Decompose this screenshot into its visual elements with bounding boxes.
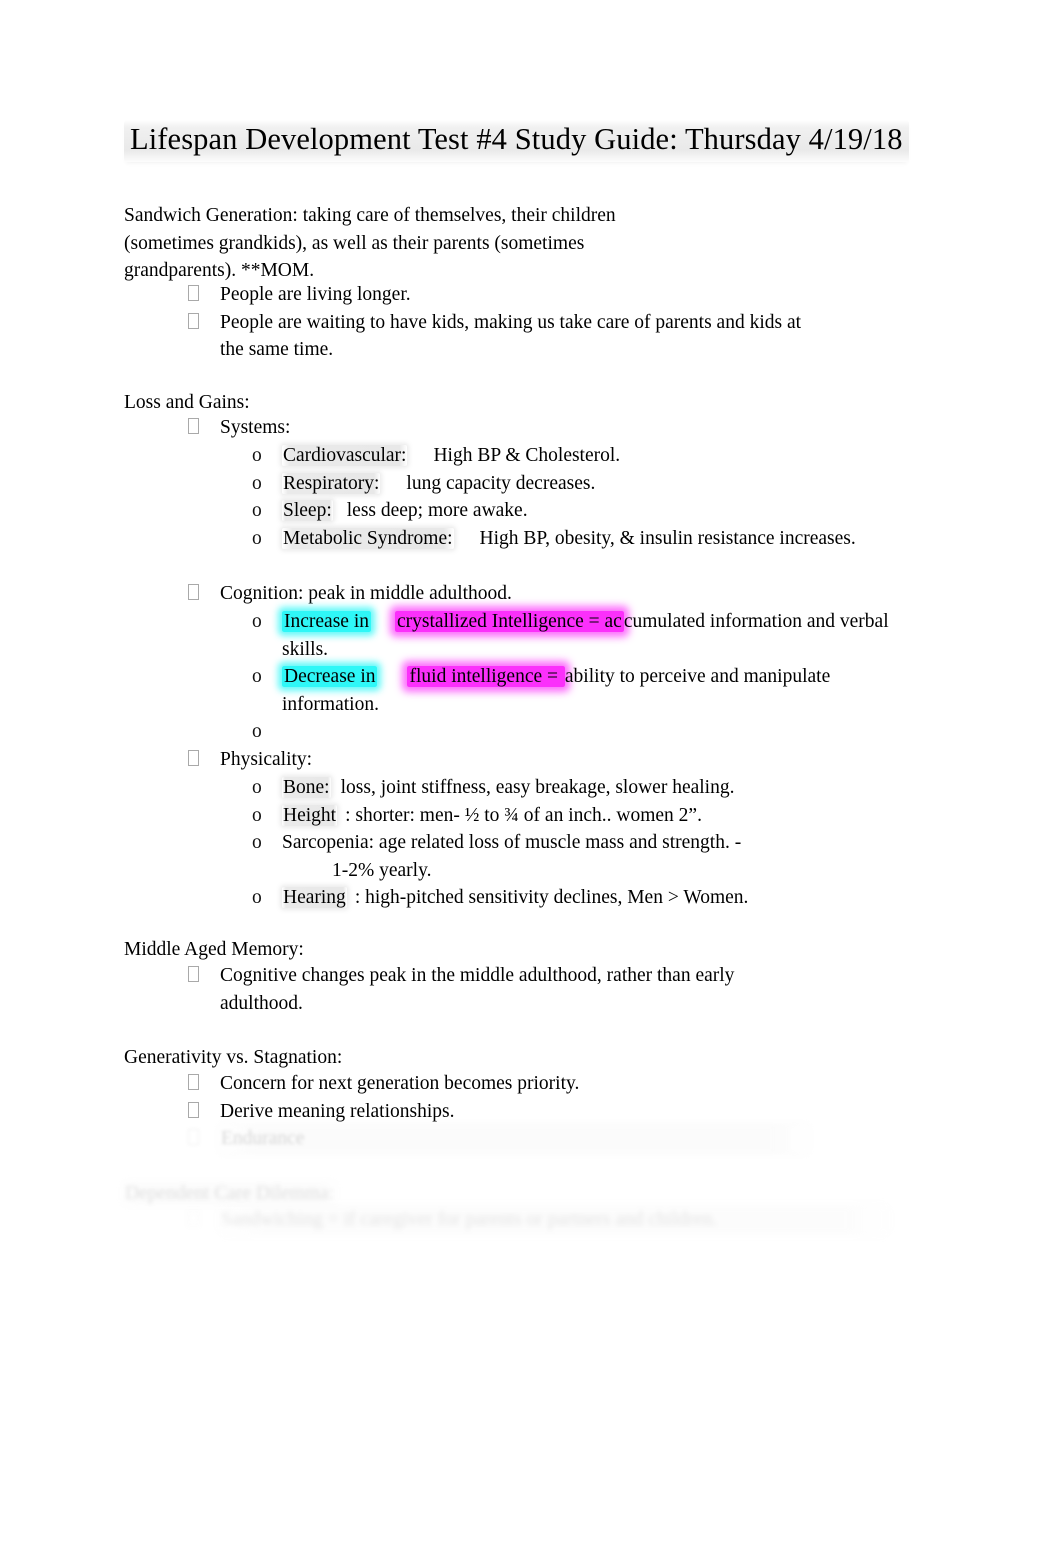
list-item-label: Cognition: peak in middle adulthood. [220,583,512,604]
list-item-term: Respiratory: [282,472,381,494]
systems-group-label: Systems: [188,414,290,442]
list-item: o Bone: loss, joint stiffness, easy break… [252,774,892,802]
list-item-label: Derive meaning relationships. [220,1100,455,1122]
list-item: o Cardiovascular: High BP & Cholesterol. [252,442,872,470]
list-item: o Respiratory: lung capacity decreases. [252,470,872,498]
list-item: o Decrease in fluid intelligence = abilit… [252,663,892,718]
list-item-faded: Sandwiching = if caregiver for parents o… [188,1206,888,1234]
page-title-text: Lifespan Development Test #4 Study Guide… [124,120,909,162]
sandwich-paragraph-line-1: Sandwich Generation: taking care of them… [124,205,616,226]
list-item: Systems: [188,414,290,442]
cognition-group-label: Cognition: peak in middle adulthood. [188,580,512,608]
list-item: o Metabolic Syndrome: High BP, obesity, &… [252,525,872,553]
sandwich-bullet-list: People are living longer. People are wai… [188,281,828,364]
list-item: o Height : shorter: men- ½ to ¾ of an inc… [252,802,892,830]
generativity-bullet-list: Concern for next generation becomes prio… [188,1070,808,1153]
list-item: o Sleep: less deep; more awake. [252,497,872,525]
circle-bullet-icon: o [252,500,262,521]
circle-bullet-icon: o [252,527,262,549]
list-item: Cognition: peak in middle adulthood. [188,580,512,608]
list-item-detail: 1-2% yearly. [332,859,432,881]
sandwich-paragraph: Sandwich Generation: taking care of them… [124,202,764,285]
circle-bullet-icon: o [252,777,262,798]
list-item-term: Sleep: [282,500,333,521]
list-item-label: Endurance [220,1125,808,1153]
middle-aged-memory-heading: Middle Aged Memory: [124,939,304,960]
list-item-label: Systems: [220,417,291,438]
list-item-detail: : shorter: men- ½ to ¾ of an inch.. wome… [345,804,702,826]
square-bullet-icon [188,309,220,337]
square-bullet-icon [188,1098,220,1126]
list-item-detail: less deep; more awake. [346,500,528,521]
list-item-detail: loss, joint stiffness, easy breakage, sl… [340,777,735,798]
middle-aged-memory-bullet-list: Cognitive changes peak in the middle adu… [188,962,808,1017]
list-item-detail: lung capacity decreases. [406,472,596,494]
circle-bullet-icon: o [252,887,262,908]
list-item-label: Sandwiching = if caregiver for parents o… [220,1206,888,1234]
cognition-increase-keyword: Increase in [282,611,371,632]
list-item: o Sarcopenia: age related loss of muscle… [252,829,892,884]
list-item: Cognitive changes peak in the middle adu… [188,962,808,1017]
circle-bullet-icon: o [252,804,262,826]
cognition-item-list: o Increase in crystallized Intelligence =… [252,608,892,746]
page-title: Lifespan Development Test #4 Study Guide… [124,120,944,162]
list-item-term: Height [282,804,338,826]
systems-item-list: o Cardiovascular: High BP & Cholesterol. … [252,442,872,552]
list-item-term: Hearing [282,887,347,908]
list-item-empty: o [252,718,892,746]
cognition-decrease-definition: fluid intelligence = [407,666,565,687]
list-item-label: Physicality: [220,749,313,770]
cognition-increase-definition: crystallized Intelligence = ac [395,611,624,632]
circle-bullet-icon: o [252,472,262,494]
list-item-faded: Endurance [188,1125,808,1153]
square-bullet-icon [188,962,220,990]
list-item-label: People are living longer. [220,284,411,305]
physicality-group-label: Physicality: [188,746,312,774]
square-bullet-icon [188,414,220,442]
dependent-care-heading: Dependent Care Dilemma: [124,1183,336,1204]
list-item: People are living longer. [188,281,828,309]
dependent-care-bullet-list: Sandwiching = if caregiver for parents o… [188,1206,888,1234]
list-item-label: Concern for next generation becomes prio… [220,1073,580,1094]
square-bullet-icon [188,1125,220,1153]
physicality-item-list: o Bone: loss, joint stiffness, easy break… [252,774,892,912]
circle-bullet-icon: o [252,832,262,853]
square-bullet-icon [188,1070,220,1098]
list-item-label: Cognitive changes peak in the middle adu… [220,965,735,1014]
list-item: Derive meaning relationships. [188,1098,808,1126]
circle-bullet-icon: o [252,445,262,466]
list-item-term: Sarcopenia: age related loss of muscle m… [282,832,742,853]
list-item: People are waiting to have kids, making … [188,309,828,364]
circle-bullet-icon: o [252,666,262,687]
list-item: o Increase in crystallized Intelligence =… [252,608,892,663]
circle-bullet-icon: o [252,721,262,742]
sandwich-paragraph-line-2: (sometimes grandkids), as well as their … [124,232,585,254]
document-page: Lifespan Development Test #4 Study Guide… [0,0,1062,1561]
list-item-detail: High BP, obesity, & insulin resistance i… [479,527,856,549]
list-item-detail: : high-pitched sensitivity declines, Men… [354,887,749,908]
list-item-detail: High BP & Cholesterol. [433,445,621,466]
square-bullet-icon [188,281,220,309]
cognition-decrease-keyword: Decrease in [282,666,378,687]
list-item-label: People are waiting to have kids, making … [220,311,802,361]
list-item-term: Bone: [282,777,331,798]
list-item-term: Cardiovascular: [282,445,408,466]
square-bullet-icon [188,580,220,608]
generativity-heading: Generativity vs. Stagnation: [124,1047,343,1068]
loss-and-gains-heading: Loss and Gains: [124,392,250,413]
list-item-term: Metabolic Syndrome: [282,527,454,549]
square-bullet-icon [188,746,220,774]
square-bullet-icon [188,1206,220,1234]
list-item: Concern for next generation becomes prio… [188,1070,808,1098]
list-item: o Hearing : high-pitched sensitivity decl… [252,884,892,912]
list-item: Physicality: [188,746,312,774]
circle-bullet-icon: o [252,611,262,632]
